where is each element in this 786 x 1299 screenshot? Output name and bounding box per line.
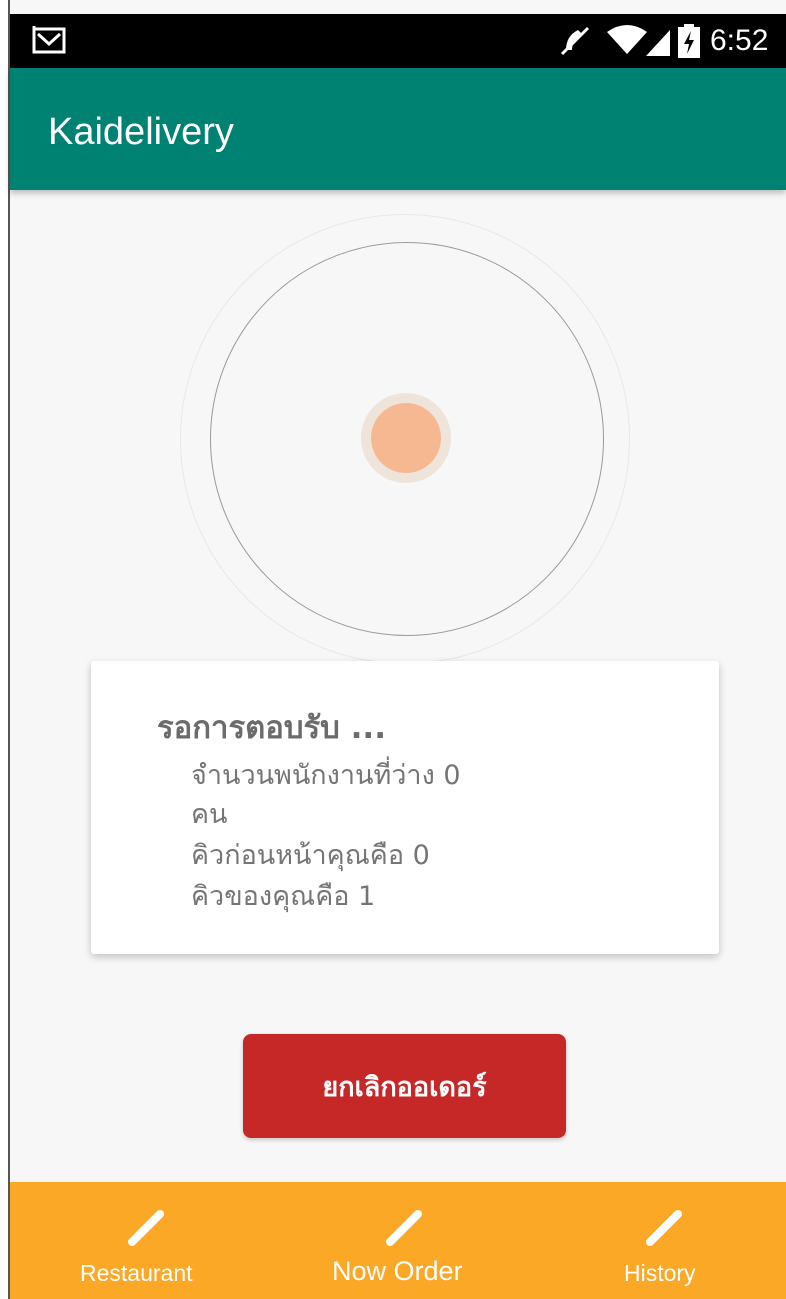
your-queue-text: คิวของคุณคือ 1	[191, 881, 376, 912]
pencil-icon	[128, 1210, 164, 1246]
mute-icon	[560, 26, 590, 56]
signal-icon	[646, 30, 670, 56]
gmail-icon	[32, 26, 66, 54]
waiting-status-card: รอการตอบรับ ... จำนวนพนักงานที่ว่าง 0 คน…	[91, 661, 719, 954]
available-staff-unit-text: คน	[191, 799, 228, 830]
nav-label-history: History	[624, 1260, 696, 1286]
nav-label-restaurant: Restaurant	[80, 1260, 193, 1286]
nav-item-restaurant[interactable]: Restaurant	[10, 1182, 270, 1299]
available-staff-text: จำนวนพนักงานที่ว่าง 0	[191, 760, 461, 791]
app-title: Kaidelivery	[48, 111, 234, 153]
radar-center-dot	[371, 403, 441, 473]
app-bar: Kaidelivery	[10, 68, 786, 190]
cancel-order-button[interactable]: ยกเลิกออเดอร์	[243, 1034, 566, 1138]
nav-item-history[interactable]: History	[540, 1182, 786, 1299]
nav-label-now-order: Now Order	[332, 1256, 463, 1286]
battery-charging-icon	[678, 24, 700, 58]
clock: 6:52	[710, 24, 769, 57]
nav-item-now-order[interactable]: Now Order	[270, 1182, 540, 1299]
wifi-icon	[607, 25, 647, 54]
queue-before-text: คิวก่อนหน้าคุณคือ 0	[191, 840, 430, 871]
pencil-icon	[386, 1210, 422, 1246]
status-bar: 6:52	[10, 14, 786, 68]
pencil-icon	[646, 1210, 682, 1246]
window-left-edge	[0, 0, 10, 1299]
waiting-title: รอการตอบรับ ...	[157, 710, 386, 746]
bottom-navigation: Restaurant Now Order History	[10, 1182, 786, 1299]
